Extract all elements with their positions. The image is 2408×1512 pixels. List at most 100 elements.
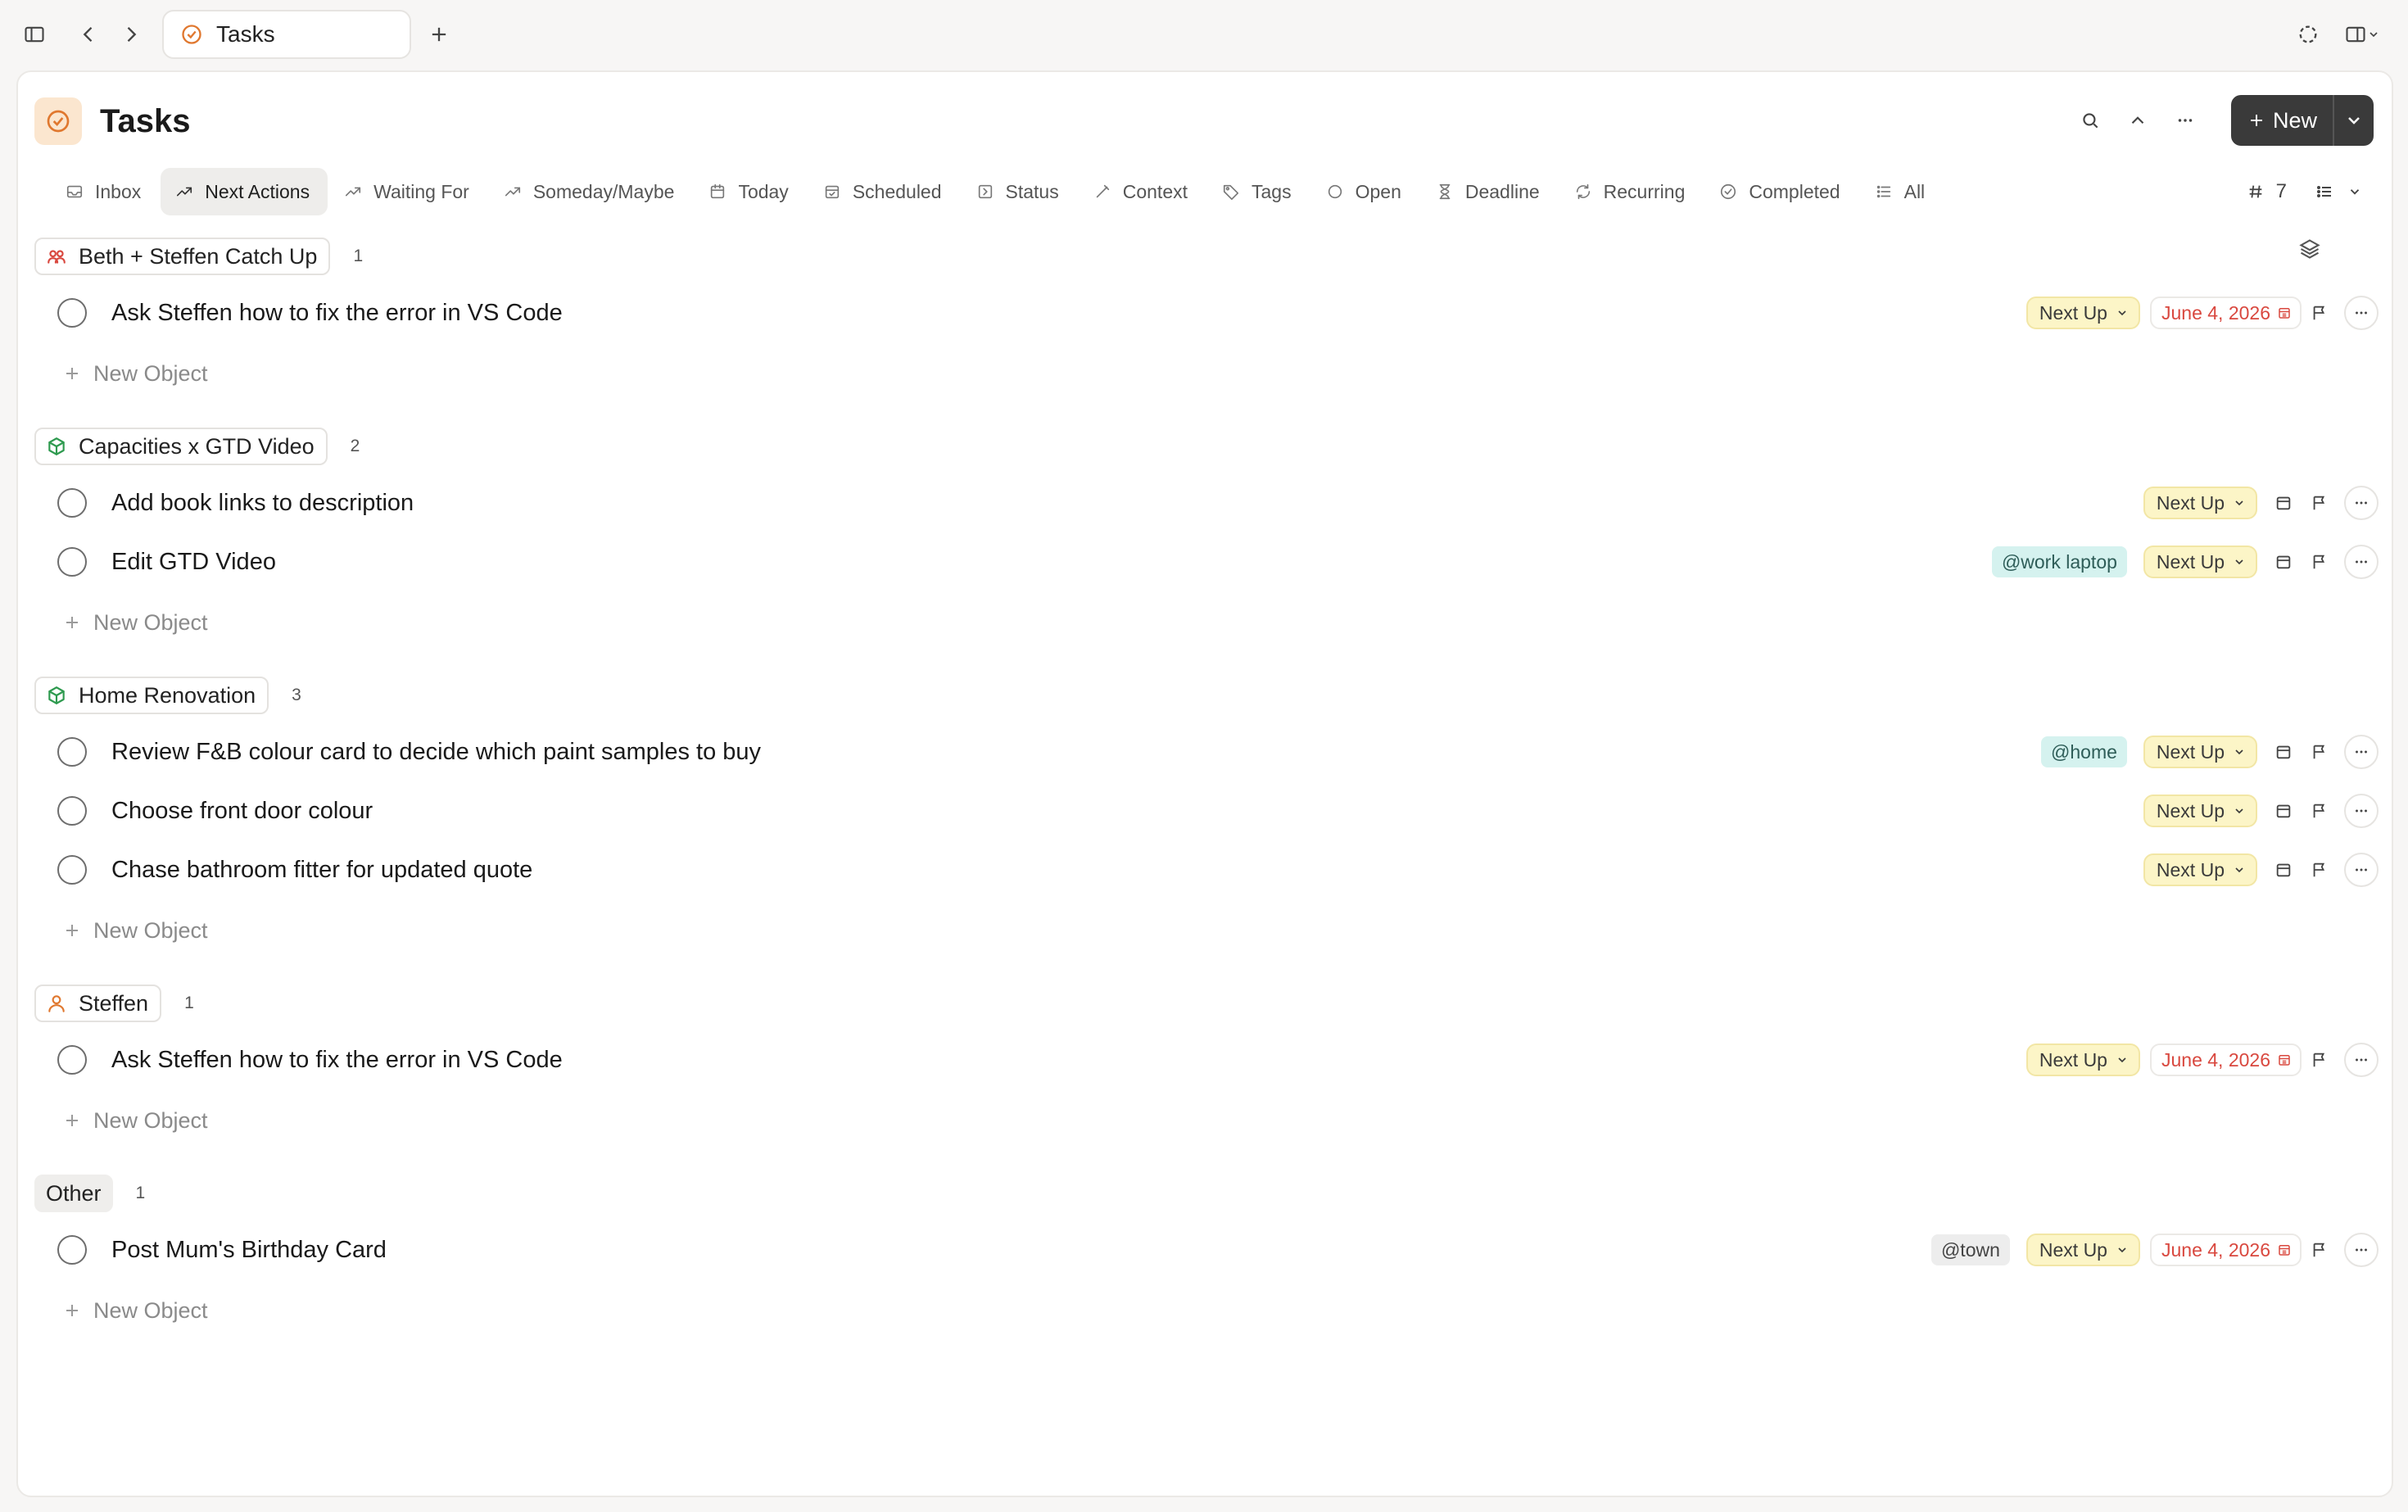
flag-button[interactable] [2302,1232,2338,1268]
tab-tasks[interactable]: Tasks [162,10,411,59]
collapse-button[interactable] [2116,99,2159,142]
new-button-main[interactable]: New [2231,95,2333,146]
status-select[interactable]: Next Up [2026,1043,2140,1076]
new-object-button[interactable]: New Object [34,591,2379,654]
task-more-button[interactable] [2344,486,2379,520]
tasks-type-icon [34,97,82,145]
status-select[interactable]: Next Up [2143,736,2257,768]
status-select[interactable]: Next Up [2143,487,2257,519]
status-select[interactable]: Next Up [2026,297,2140,329]
group-chip[interactable]: Steffen [34,985,162,1022]
task-checkbox[interactable] [57,488,87,518]
task-checkbox[interactable] [57,855,87,885]
task-row[interactable]: Chase bathroom fitter for updated quote N… [34,840,2379,899]
new-object-button[interactable]: New Object [34,899,2379,962]
tab-deadline[interactable]: Deadline [1421,168,1558,215]
new-button-dropdown[interactable] [2333,95,2374,146]
task-row[interactable]: Post Mum's Birthday Card @town Next Up June… [34,1220,2379,1279]
tab-next-actions[interactable]: Next Actions [161,168,328,215]
group-chip[interactable]: Capacities x GTD Video [34,428,328,465]
due-date[interactable]: June 4, 2026 [2149,1234,2302,1266]
task-checkbox[interactable] [57,1235,87,1265]
new-tab-button[interactable] [421,16,457,52]
due-date[interactable]: June 4, 2026 [2149,297,2302,329]
context-tag[interactable]: @town [1930,1234,2010,1265]
sidebar-toggle-button[interactable] [16,16,52,52]
new-object-button[interactable]: New Object [34,1089,2379,1152]
tab-open[interactable]: Open [1311,168,1419,215]
tab-scheduled[interactable]: Scheduled [808,168,960,215]
tab-completed[interactable]: Completed [1704,168,1858,215]
chevron-down-icon [2235,559,2243,565]
tasks-page: Tasks New Inbox Next Actions Waiting For So… [16,70,2393,1497]
tab-all[interactable]: All [1860,168,1944,215]
task-row[interactable]: Choose front door colour Next Up [34,781,2379,840]
status-select[interactable]: Next Up [2143,853,2257,886]
status-select[interactable]: Next Up [2026,1234,2140,1266]
status-select[interactable]: Next Up [2143,794,2257,827]
more-options-button[interactable] [2164,99,2207,142]
flag-button[interactable] [2302,1042,2338,1078]
task-more-button[interactable] [2344,296,2379,330]
sync-button[interactable] [2290,16,2326,52]
tab-inbox[interactable]: Inbox [51,168,159,215]
task-checkbox[interactable] [57,1045,87,1075]
tab-today[interactable]: Today [694,168,806,215]
flag-button[interactable] [2302,852,2338,888]
flag-button[interactable] [2302,295,2338,331]
date-button[interactable] [2265,544,2302,580]
due-date[interactable]: June 4, 2026 [2149,1043,2302,1076]
forward-button[interactable] [113,16,149,52]
status-select[interactable]: Next Up [2143,545,2257,578]
task-more-button[interactable] [2344,794,2379,828]
group-count: 1 [184,994,194,1012]
tab-label: Scheduled [852,180,942,202]
task-more-button[interactable] [2344,735,2379,769]
calendar-check-icon [825,185,839,199]
task-checkbox[interactable] [57,737,87,767]
group-count: 1 [353,247,364,265]
task-more-button[interactable] [2344,853,2379,887]
tab-status[interactable]: Status [962,168,1077,215]
tab-recurring[interactable]: Recurring [1559,168,1704,215]
task-row[interactable]: Ask Steffen how to fix the error in VS C… [34,1030,2379,1089]
tab-context[interactable]: Context [1079,168,1206,215]
new-button[interactable]: New [2231,95,2374,146]
tab-someday-maybe[interactable]: Someday/Maybe [489,168,693,215]
flag-button[interactable] [2302,793,2338,829]
split-view-button[interactable] [2338,16,2387,52]
task-more-button[interactable] [2344,1043,2379,1077]
task-checkbox[interactable] [57,298,87,328]
task-row[interactable]: Add book links to description Next Up [34,473,2379,532]
task-checkbox[interactable] [57,547,87,577]
context-tag[interactable]: @home [2041,736,2127,767]
due-date-label: June 4, 2026 [2161,1048,2270,1071]
task-checkbox[interactable] [57,796,87,826]
task-more-button[interactable] [2344,545,2379,579]
back-button[interactable] [70,16,106,52]
flag-button[interactable] [2302,485,2338,521]
date-button[interactable] [2265,485,2302,521]
group-chip[interactable]: Other [34,1175,113,1212]
date-button[interactable] [2265,793,2302,829]
tab-tags[interactable]: Tags [1207,168,1310,215]
search-button[interactable] [2069,99,2112,142]
new-object-button[interactable]: New Object [34,342,2379,405]
layout-button[interactable] [2315,182,2362,201]
group-chip[interactable]: Beth + Steffen Catch Up [34,238,331,275]
flag-button[interactable] [2302,544,2338,580]
task-more-button[interactable] [2344,1233,2379,1267]
task-row[interactable]: Ask Steffen how to fix the error in VS C… [34,283,2379,342]
date-button[interactable] [2265,852,2302,888]
group-header: Other 1 [34,1171,2379,1215]
date-button[interactable] [2265,734,2302,770]
context-tag[interactable]: @work laptop [1991,546,2127,577]
new-object-button[interactable]: New Object [34,1279,2379,1342]
group-chip[interactable]: Home Renovation [34,677,269,714]
task-row[interactable]: Edit GTD Video @work laptop Next Up [34,532,2379,591]
tab-waiting-for[interactable]: Waiting For [329,168,487,215]
new-object-label: New Object [93,1107,208,1133]
flag-button[interactable] [2302,734,2338,770]
count-button[interactable]: 7 [2247,180,2287,203]
task-row[interactable]: Review F&B colour card to decide which p… [34,722,2379,781]
